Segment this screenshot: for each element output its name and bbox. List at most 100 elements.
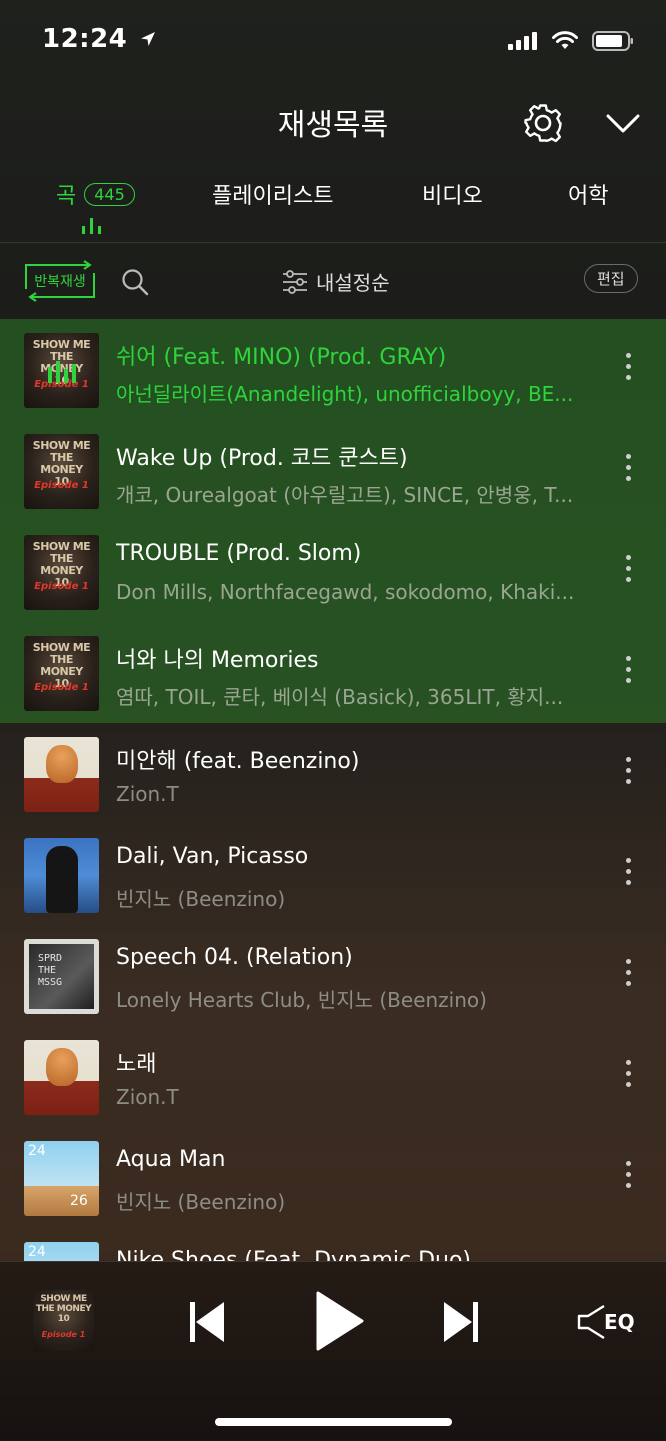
eq-button[interactable]: EQ — [576, 1302, 635, 1342]
art-number: 24 — [28, 1143, 46, 1159]
song-title: Aqua Man — [116, 1147, 226, 1172]
chevron-down-icon — [606, 114, 640, 133]
album-art: 24 26 — [24, 1141, 99, 1216]
tab-language[interactable]: 어학 — [568, 178, 608, 210]
art-episode: Episode 1 — [41, 1330, 86, 1339]
settings-button[interactable] — [522, 102, 564, 144]
skip-next-icon — [444, 1302, 478, 1342]
more-options-icon[interactable] — [616, 858, 640, 892]
album-art: SPRD THE MSSG — [24, 939, 99, 1014]
collapse-button[interactable] — [602, 104, 644, 144]
song-title: TROUBLE (Prod. Slom) — [116, 541, 362, 566]
album-art: 2426 — [24, 1242, 99, 1261]
song-list: SHOW ME THE MONEY 10 Episode 1 쉬어 (Feat. MIN… — [0, 319, 666, 1261]
song-title: 쉬어 (Feat. MINO) (Prod. GRAY) — [116, 345, 447, 370]
song-artist: 염따, TOIL, 쿤타, 베이식 (Basick), 365LIT, 황지..… — [116, 685, 564, 709]
search-icon — [122, 269, 149, 296]
album-art: SHOW ME THE MONEY 10 Episode 1 — [24, 636, 99, 711]
now-playing-bars-icon — [82, 218, 101, 234]
more-options-icon[interactable] — [616, 1060, 640, 1094]
album-art — [24, 737, 99, 812]
edit-button[interactable]: 편집 — [584, 264, 638, 293]
play-button[interactable] — [312, 1290, 366, 1356]
tab-playlist[interactable]: 플레이리스트 — [212, 178, 333, 210]
status-icons — [508, 30, 634, 52]
now-playing-album-art[interactable]: SHOW ME THE MONEY 10 Episode 1 — [33, 1290, 94, 1351]
song-row[interactable]: 2426 Nike Shoes (Feat. Dynamic Duo) — [0, 1228, 666, 1261]
page-title: 재생목록 — [277, 108, 389, 143]
more-options-icon[interactable] — [616, 1161, 640, 1195]
sort-button[interactable]: 내설정순 — [282, 267, 390, 296]
previous-button[interactable] — [186, 1300, 228, 1348]
album-art: SHOW ME THE MONEY 10 Episode 1 — [24, 434, 99, 509]
album-art: SHOW ME THE MONEY 10 Episode 1 — [24, 535, 99, 610]
more-options-icon[interactable] — [616, 454, 640, 488]
song-row[interactable]: SHOW ME THE MONEY 10 Episode 1 Wake Up (Prod… — [0, 420, 666, 521]
album-art — [24, 1040, 99, 1115]
songs-count-badge: 445 — [84, 182, 135, 206]
next-button[interactable] — [440, 1300, 482, 1348]
art-number: 24 — [28, 1244, 46, 1260]
song-title: 너와 나의 Memories — [116, 648, 319, 673]
more-options-icon[interactable] — [616, 353, 640, 387]
wifi-icon — [552, 31, 578, 49]
art-title: SHOW ME THE MONEY 10 — [35, 1294, 92, 1324]
list-toolbar: 반복재생 내설정순 편집 — [0, 243, 666, 319]
eq-label: EQ — [604, 1310, 635, 1334]
song-artist: Zion.T — [116, 1085, 179, 1109]
song-row[interactable]: SHOW ME THE MONEY 10 Episode 1 TROUBLE (Prod… — [0, 521, 666, 622]
play-icon — [316, 1291, 364, 1351]
art-text: SPRD THE MSSG — [38, 953, 63, 988]
song-title: Dali, Van, Picasso — [116, 844, 309, 869]
song-artist: Don Mills, Northfacegawd, sokodomo, Khak… — [116, 580, 575, 604]
tab-songs-label: 곡 — [56, 184, 77, 209]
tab-bar: 곡 445 플레이리스트 비디오 어학 — [0, 170, 666, 243]
sliders-icon — [283, 269, 307, 294]
song-row[interactable]: 노래 Zion.T — [0, 1026, 666, 1127]
home-indicator[interactable] — [215, 1418, 452, 1426]
skip-previous-icon — [190, 1302, 224, 1342]
album-art: SHOW ME THE MONEY 10 Episode 1 — [24, 333, 99, 408]
song-title: 미안해 (feat. Beenzino) — [116, 749, 360, 774]
art-figure — [46, 846, 78, 913]
playing-indicator-icon — [48, 361, 76, 383]
status-time: 12:24 — [42, 24, 157, 54]
art-number: 26 — [70, 1193, 88, 1209]
song-title: Wake Up (Prod. 코드 쿤스트) — [116, 446, 408, 471]
repeat-label: 반복재생 — [34, 274, 86, 290]
sort-label: 내설정순 — [316, 271, 390, 295]
more-options-icon[interactable] — [616, 656, 640, 690]
song-artist: Zion.T — [116, 782, 179, 806]
status-time-text: 12:24 — [42, 24, 128, 54]
art-episode: Episode 1 — [34, 581, 89, 592]
song-title: 노래 — [116, 1052, 157, 1077]
song-row[interactable]: SHOW ME THE MONEY 10 Episode 1 너와 나의 Memorie… — [0, 622, 666, 723]
tab-songs[interactable]: 곡 445 — [56, 178, 135, 210]
mini-player: SHOW ME THE MONEY 10 Episode 1 EQ — [0, 1261, 666, 1441]
song-row[interactable]: 24 26 Aqua Man 빈지노 (Beenzino) — [0, 1127, 666, 1228]
song-artist: Lonely Hearts Club, 빈지노 (Beenzino) — [116, 988, 487, 1012]
battery-icon — [592, 31, 633, 51]
song-artist: 개코, Ourealgoat (아우릴고트), SINCE, 안병웅, T... — [116, 483, 574, 507]
song-row[interactable]: 미안해 (feat. Beenzino) Zion.T — [0, 723, 666, 824]
more-options-icon[interactable] — [616, 555, 640, 589]
song-row[interactable]: Dali, Van, Picasso 빈지노 (Beenzino) — [0, 824, 666, 925]
cellular-signal-icon — [508, 32, 537, 50]
song-artist: 빈지노 (Beenzino) — [116, 1190, 286, 1214]
repeat-button[interactable]: 반복재생 — [22, 259, 98, 303]
location-arrow-icon — [140, 32, 155, 46]
art-episode: Episode 1 — [34, 682, 89, 693]
song-artist: 빈지노 (Beenzino) — [116, 887, 286, 911]
more-options-icon[interactable] — [616, 959, 640, 993]
search-button[interactable] — [120, 267, 150, 301]
album-art — [24, 838, 99, 913]
song-title: Nike Shoes (Feat. Dynamic Duo) — [116, 1248, 472, 1261]
status-bar: 12:24 — [0, 0, 666, 88]
song-row[interactable]: SPRD THE MSSG Speech 04. (Relation) Lonely… — [0, 925, 666, 1026]
speaker-icon — [577, 1304, 605, 1340]
art-figure — [46, 1048, 78, 1086]
song-title: Speech 04. (Relation) — [116, 945, 353, 970]
more-options-icon[interactable] — [616, 757, 640, 791]
tab-video[interactable]: 비디오 — [422, 178, 483, 210]
song-row[interactable]: SHOW ME THE MONEY 10 Episode 1 쉬어 (Feat. MIN… — [0, 319, 666, 420]
